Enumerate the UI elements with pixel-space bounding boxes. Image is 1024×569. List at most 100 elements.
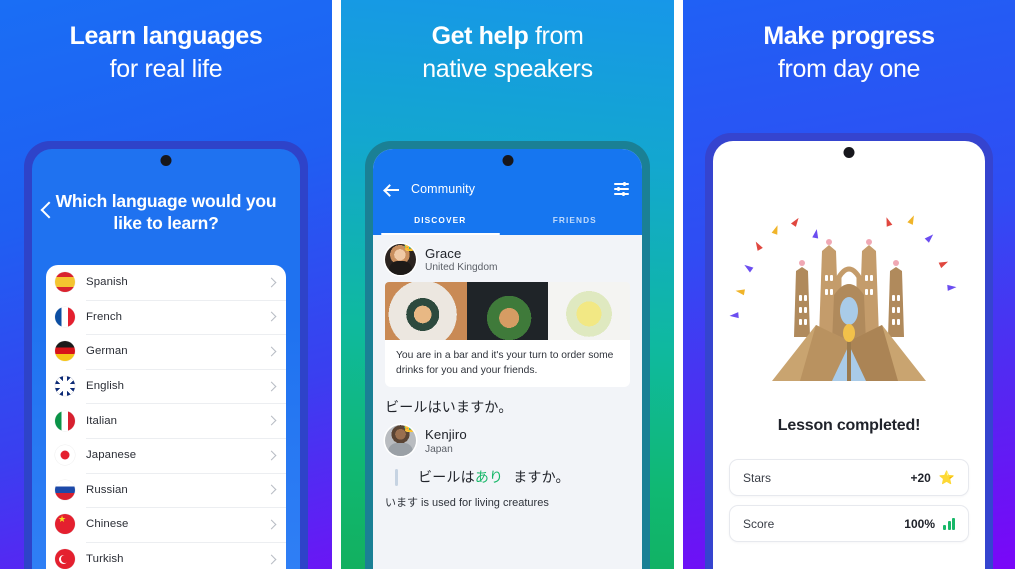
sliders-icon[interactable] — [614, 182, 629, 196]
screenshot-root: Learn languages for real life Which lang… — [0, 0, 1024, 569]
flag-china-icon — [55, 514, 75, 535]
lesson-complete-title: Lesson completed! — [777, 417, 921, 434]
correction-row: ビールはあり ますか。 — [373, 463, 642, 489]
flag-italy-icon — [55, 410, 75, 431]
quote-bar — [395, 469, 398, 487]
panel2-headline-bold: Get help — [431, 22, 529, 50]
flag-japan-icon — [55, 445, 75, 466]
chevron-right-icon — [266, 311, 277, 322]
flag-spain-icon — [55, 272, 75, 293]
panel-divider — [332, 0, 341, 569]
panel2-headline-line2: native speakers — [422, 55, 593, 83]
phone-screen-2: Community DISCOVER FRIENDS 👑 Grace Unite… — [373, 149, 642, 569]
language-question-title: Which language would you like to learn? — [55, 191, 277, 234]
correction-highlight: あり — [474, 469, 504, 486]
language-label: French — [86, 310, 123, 323]
flag-germany-icon — [55, 341, 75, 362]
panel1-headline-line2: for real life — [109, 55, 223, 83]
post-image — [385, 282, 467, 340]
crown-icon: 👑 — [403, 244, 416, 252]
avatar: 👑 — [385, 425, 416, 457]
stat-label: Stars — [743, 470, 772, 485]
arrow-left-icon[interactable] — [385, 189, 399, 191]
correction-before: ビールは — [418, 469, 475, 486]
post-author-row[interactable]: 👑 Grace United Kingdom — [373, 235, 642, 282]
post-image — [548, 282, 630, 340]
post-author-name: Grace — [425, 245, 462, 261]
sagrada-familia-icon — [772, 239, 926, 381]
flag-uk-icon — [55, 376, 75, 397]
language-label: Turkish — [86, 553, 124, 566]
language-label: Spanish — [86, 276, 128, 289]
chevron-right-icon — [266, 277, 277, 288]
chevron-right-icon — [266, 450, 277, 461]
star-icon: ⭐ — [938, 470, 955, 485]
chevron-right-icon — [266, 415, 277, 426]
phone-mockup-2: Community DISCOVER FRIENDS 👑 Grace Unite… — [365, 141, 650, 569]
list-item[interactable]: Spanish — [46, 265, 286, 300]
celebration-illustration — [713, 211, 985, 411]
reply-author-row[interactable]: 👑 Kenjiro Japan — [373, 421, 642, 463]
flag-france-icon — [55, 306, 75, 327]
chevron-right-icon — [266, 381, 277, 392]
panel2-headline: Get help from native speakers — [341, 22, 674, 84]
panel3-headline-line2: from day one — [777, 55, 921, 83]
flag-turkey-icon — [55, 549, 75, 569]
list-item[interactable]: Turkish — [46, 541, 286, 569]
panel2-headline-light: from — [528, 22, 584, 50]
list-item[interactable]: German — [46, 334, 286, 369]
community-feed[interactable]: 👑 Grace United Kingdom You are in a bar … — [373, 235, 642, 569]
correction-text: ビールはあり ますか。 — [408, 467, 570, 487]
flag-russia-icon — [55, 479, 75, 500]
list-item[interactable]: Italian — [46, 403, 286, 438]
post-author-location: United Kingdom — [425, 262, 498, 274]
chevron-right-icon — [266, 484, 277, 495]
stat-value: +20 — [910, 470, 931, 485]
community-tabs: DISCOVER FRIENDS — [373, 211, 642, 235]
chevron-right-icon — [266, 346, 277, 357]
chevron-right-icon — [266, 554, 277, 564]
promo-panel-get-help: Get help from native speakers Community … — [341, 0, 674, 569]
promo-panel-make-progress: Make progress from day one Lesson comple… — [683, 0, 1015, 569]
post-body-text: ビールはいますか。 — [385, 399, 513, 416]
avatar: 👑 — [385, 244, 416, 275]
language-label: English — [86, 380, 125, 393]
post-caption: You are in a bar and it's your turn to o… — [385, 340, 630, 388]
stat-card-stars[interactable]: Stars +20 ⭐ — [729, 459, 969, 496]
language-label: Japanese — [86, 449, 137, 462]
panel3-headline: Make progress from day one — [683, 22, 1015, 84]
panel3-headline-bold: Make progress — [763, 22, 935, 50]
language-label: Italian — [86, 414, 118, 427]
list-item[interactable]: Chinese — [46, 507, 286, 542]
post-image-strip — [385, 282, 630, 340]
tab-discover[interactable]: DISCOVER — [373, 211, 508, 235]
stat-label: Score — [743, 516, 775, 531]
camera-dot-icon — [843, 147, 855, 158]
list-item[interactable]: English — [46, 368, 286, 404]
panel1-headline-bold: Learn languages — [69, 22, 263, 50]
stat-value: 100% — [904, 516, 935, 531]
language-label: German — [86, 345, 128, 358]
list-item[interactable]: Russian — [46, 472, 286, 508]
list-item[interactable]: Japanese — [46, 437, 286, 473]
camera-dot-icon — [502, 155, 513, 166]
reply-author-name: Kenjiro — [425, 427, 467, 443]
correction-after: ますか。 — [513, 469, 570, 486]
bar-chart-icon — [943, 517, 955, 530]
promo-panel-learn-languages: Learn languages for real life Which lang… — [0, 0, 332, 569]
chevron-right-icon — [266, 519, 277, 530]
camera-dot-icon — [160, 155, 172, 166]
stat-card-score[interactable]: Score 100% — [729, 505, 969, 542]
crown-icon: 👑 — [403, 425, 416, 434]
correction-note: います is used for living creatures — [385, 497, 549, 510]
post-image — [466, 282, 549, 340]
reply-author-location: Japan — [425, 443, 453, 455]
phone-mockup-1: Which language would you like to learn? … — [24, 141, 308, 569]
panel1-headline: Learn languages for real life — [0, 22, 332, 84]
tab-friends[interactable]: FRIENDS — [508, 211, 643, 235]
language-list: Spanish French German English Italian Ja… — [46, 265, 286, 569]
phone-screen-1: Which language would you like to learn? … — [32, 149, 300, 569]
page-title: Community — [411, 182, 476, 196]
list-item[interactable]: French — [46, 299, 286, 335]
language-label: Chinese — [86, 518, 129, 531]
